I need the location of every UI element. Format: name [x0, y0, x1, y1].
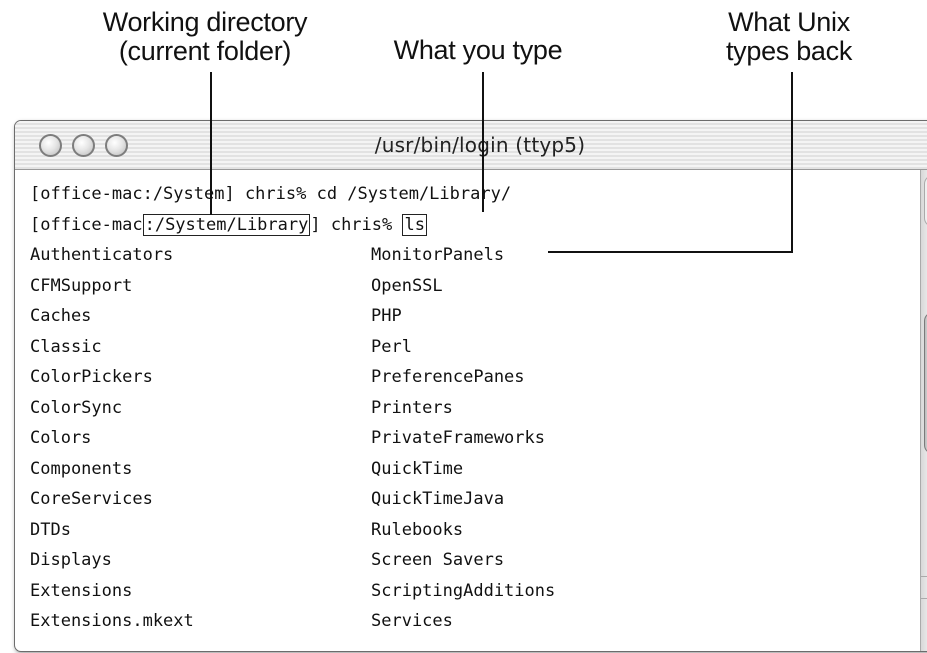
- listing-row: Authenticators MonitorPanels: [30, 240, 910, 271]
- listing-item: PreferencePanes: [371, 367, 525, 387]
- listing-row: CoreServices QuickTimeJava: [30, 484, 910, 515]
- terminal-line-ls: [office-mac:/System/Library] chris% ls: [30, 210, 910, 241]
- listing-item: Services: [371, 611, 453, 631]
- listing-item: CFMSupport: [30, 275, 133, 296]
- listing-row: ColorSync Printers: [30, 393, 910, 424]
- listing-item: QuickTime: [371, 458, 464, 479]
- listing-row: Components QuickTime: [30, 454, 910, 485]
- listing-row: Classic Perl: [30, 332, 910, 363]
- directory-listing: Authenticators MonitorPanels CFMSupport Ope…: [30, 240, 910, 637]
- listing-row: Extensions.mkext Services: [30, 606, 910, 637]
- listing-row: Colors PrivateFrameworks: [30, 423, 910, 454]
- listing-item: Authenticators: [30, 245, 174, 265]
- listing-item: Classic: [30, 336, 102, 357]
- pointer-unix-back-vertical: [791, 72, 793, 252]
- vertical-scrollbar[interactable]: ▲ ▼: [920, 170, 927, 651]
- pointer-what-you-type: [482, 72, 484, 212]
- listing-item: Colors: [30, 428, 92, 448]
- arrow-down-icon[interactable]: ▼: [921, 598, 927, 621]
- listing-item: PHP: [371, 306, 402, 326]
- prompt-user: ] chris%: [310, 214, 403, 235]
- listing-item: ColorPickers: [30, 367, 153, 387]
- listing-row: Extensions ScriptingAdditions: [30, 576, 910, 607]
- listing-row: CFMSupport OpenSSL: [30, 271, 910, 302]
- prompt-segment: m/Library/: [408, 184, 512, 204]
- callout-unix-types-back: What Unix types back: [714, 8, 864, 66]
- listing-item: DTDs: [30, 519, 71, 540]
- callout-working-directory-line2: (current folder): [118, 36, 292, 66]
- listing-item: Printers: [371, 397, 453, 418]
- listing-item: Components: [30, 458, 133, 479]
- prompt-segment: [office-mac:/Sys: [30, 184, 194, 204]
- listing-item: OpenSSL: [371, 275, 443, 296]
- listing-row: Displays Screen Savers: [30, 545, 910, 576]
- listing-item: ScriptingAdditions: [371, 580, 556, 601]
- listing-item: MonitorPanels: [371, 245, 505, 265]
- terminal-line-cd: [office-mac:/System] chris% cd /System/L…: [30, 179, 910, 210]
- listing-item: Perl: [371, 336, 412, 357]
- callout-working-directory-line1: Working directory: [102, 7, 308, 37]
- pointer-unix-back-horizontal: [548, 251, 793, 253]
- listing-item: Displays: [30, 550, 112, 570]
- typed-command-highlight: ls: [402, 213, 427, 236]
- listing-item: ColorSync: [30, 397, 123, 418]
- callout-working-directory: Working directory (current folder): [92, 8, 318, 66]
- listing-item: QuickTimeJava: [371, 489, 505, 509]
- callout-unix-types-back-line2: types back: [725, 36, 853, 66]
- prompt-host: [office-mac: [30, 214, 143, 235]
- arrow-up-icon[interactable]: ▲: [921, 576, 927, 599]
- listing-item: PrivateFrameworks: [371, 428, 545, 448]
- terminal-output[interactable]: [office-mac:/System] chris% cd /System/L…: [30, 179, 910, 637]
- listing-item: Rulebooks: [371, 519, 464, 540]
- listing-item: Extensions.mkext: [30, 611, 194, 631]
- listing-item: Caches: [30, 306, 92, 326]
- working-directory-highlight: :/System/Library: [142, 213, 311, 236]
- prompt-segment: tem] chris% cd /Syste: [193, 184, 409, 204]
- callout-unix-types-back-line1: What Unix: [728, 7, 850, 37]
- listing-row: DTDs Rulebooks: [30, 515, 910, 546]
- callout-what-you-type: What you type: [393, 35, 563, 65]
- listing-item: Screen Savers: [371, 550, 505, 570]
- listing-row: ColorPickers PreferencePanes: [30, 362, 910, 393]
- listing-row: Caches PHP: [30, 301, 910, 332]
- listing-item: CoreServices: [30, 489, 153, 509]
- listing-item: Extensions: [30, 580, 133, 601]
- pointer-working-directory: [210, 72, 212, 215]
